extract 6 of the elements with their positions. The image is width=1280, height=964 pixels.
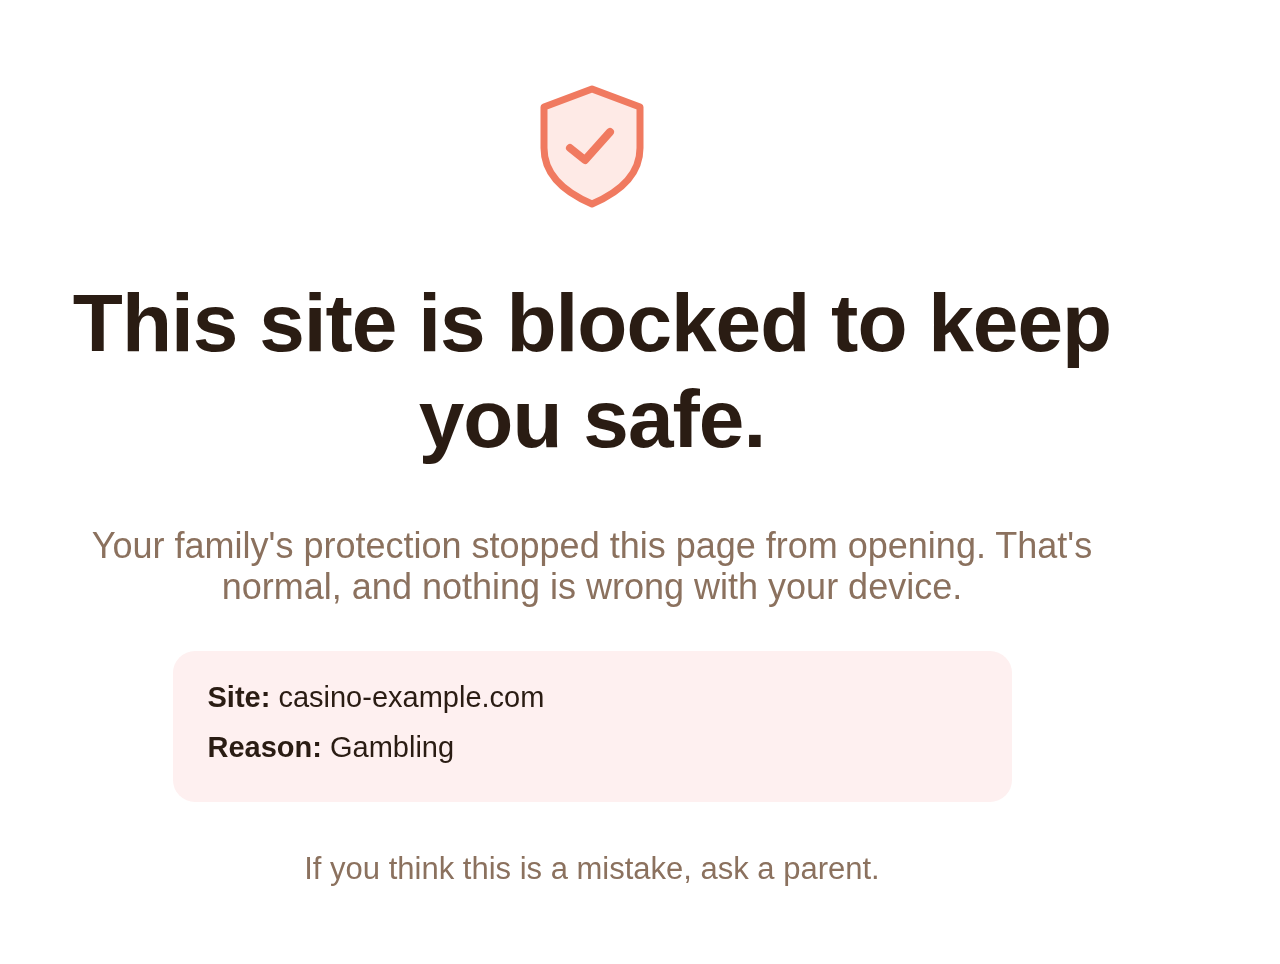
detail-text: Site: casino-example.com: [207, 680, 545, 715]
footer-note: If you think this is a mistake, ask a parent.: [304, 850, 880, 888]
shield-check-icon: [539, 85, 645, 209]
message-text: Your family's protection stopped this page from opening. That's normal, and nothing is wrong with your device.: [90, 525, 1094, 607]
detail-text: Reason: Gambling: [207, 730, 455, 765]
page-heading: This site is blocked to keep you safe.: [71, 276, 1113, 466]
